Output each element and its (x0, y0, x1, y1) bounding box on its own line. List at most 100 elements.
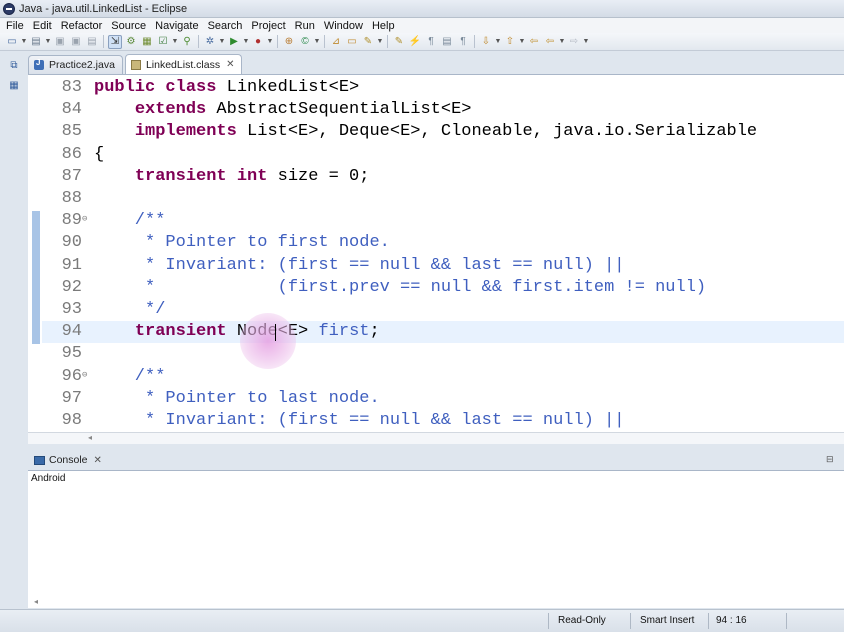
next-annotation-icon[interactable]: ⇩ (479, 35, 493, 49)
run-icon[interactable]: ▶ (227, 35, 241, 49)
editor-tab-bar: Practice2.java LinkedList.class ✕ (28, 54, 844, 74)
editor-horizontal-scrollbar[interactable]: ◂ (28, 432, 844, 444)
print-icon[interactable]: ▤ (85, 35, 99, 49)
toolbar-separator (103, 35, 104, 48)
close-icon[interactable]: ✕ (94, 455, 102, 466)
line-number: 93 (61, 300, 82, 319)
block-selection-icon[interactable]: ▤ (440, 35, 454, 49)
restore-icon[interactable]: ⧉ (7, 60, 21, 72)
code-line[interactable]: 87 transient int size = 0; (42, 166, 844, 188)
back-icon[interactable]: ⇦ (543, 35, 557, 49)
search-dropdown-icon[interactable]: ▼ (377, 35, 384, 49)
save-icon[interactable]: ▣ (53, 35, 67, 49)
link-with-editor-icon[interactable]: ⇲ (108, 34, 122, 49)
external-tools-dropdown-icon[interactable]: ▼ (267, 35, 274, 49)
code-line[interactable]: 88 (42, 188, 844, 210)
code-line[interactable]: 89⊖ /** (42, 210, 844, 232)
code-line[interactable]: 84 extends AbstractSequentialList<E> (42, 99, 844, 121)
last-edit-location-icon[interactable]: ⇦ (527, 35, 541, 49)
scroll-left-arrow-icon[interactable]: ◂ (34, 597, 38, 606)
open-type-icon[interactable]: ⊿ (329, 35, 343, 49)
status-read-only: Read-Only (558, 615, 606, 626)
java-file-icon (34, 58, 44, 70)
show-whitespace-icon[interactable]: ¶ (424, 35, 438, 49)
menu-search[interactable]: Search (208, 20, 243, 32)
new-java-class-icon[interactable]: © (298, 35, 312, 49)
next-annotation-dropdown-icon[interactable]: ▼ (495, 35, 502, 49)
package-explorer-icon[interactable]: ▦ (7, 80, 21, 92)
code-line[interactable]: 83 public class LinkedList<E> (42, 77, 844, 99)
code-token: Node<E> (226, 322, 319, 342)
code-line[interactable]: 90 * Pointer to first node. (42, 232, 844, 254)
code-line[interactable]: 98 * Invariant: (first == null && last =… (42, 410, 844, 432)
code-line[interactable]: 91 * Invariant: (first == null && last =… (42, 255, 844, 277)
main-toolbar: ▭ ▼ ▤ ▼ ▣ ▣ ▤ ⇲ ⚙ ▦ ☑ ▼ ⚲ ✲ ▼ ▶ ▼ ● ▼ ⊕ … (0, 33, 844, 51)
code-line[interactable]: 97 * Pointer to last node. (42, 388, 844, 410)
previous-annotation-icon[interactable]: ⇧ (503, 35, 517, 49)
show-source-icon[interactable]: ¶ (456, 35, 470, 49)
menu-refactor[interactable]: Refactor (61, 20, 103, 32)
debug-dropdown-icon[interactable]: ▼ (219, 35, 226, 49)
code-token: ; (369, 322, 380, 342)
fold-toggle-icon[interactable]: ⊖ (82, 366, 92, 384)
menu-navigate[interactable]: Navigate (155, 20, 198, 32)
line-number: 95 (61, 344, 82, 364)
back-dropdown-icon[interactable]: ▼ (559, 35, 566, 49)
code-line[interactable]: 95 (42, 343, 844, 365)
new-project-icon[interactable]: ▤ (29, 35, 43, 49)
code-line[interactable]: 93 */ (42, 299, 844, 321)
android-sdk-icon[interactable]: ⚲ (180, 35, 194, 49)
toolbar-separator (277, 35, 278, 48)
toggle-breadcrumb-icon[interactable]: ⚡ (408, 35, 422, 49)
line-number: 96 (61, 366, 82, 386)
tab-practice2-java[interactable]: Practice2.java (28, 55, 123, 74)
toggle-mark-occurrences-icon[interactable]: ✎ (392, 35, 406, 49)
close-icon[interactable]: ✕ (226, 59, 234, 70)
code-line[interactable]: 94 transient Node<E> first; (42, 321, 844, 344)
menu-project[interactable]: Project (251, 20, 285, 32)
search-icon[interactable]: ✎ (361, 35, 375, 49)
status-bar: Read-Only Smart Insert 94 : 16 (0, 609, 844, 632)
run-dropdown-icon[interactable]: ▼ (243, 35, 250, 49)
check-dropdown-icon[interactable]: ▼ (172, 35, 179, 49)
keyword-token: public class (94, 78, 227, 97)
forward-dropdown-icon[interactable]: ▼ (583, 35, 590, 49)
menu-window[interactable]: Window (324, 20, 363, 32)
task-icon[interactable]: ▦ (140, 35, 154, 49)
tab-linkedlist-class[interactable]: LinkedList.class ✕ (124, 54, 243, 74)
scroll-left-arrow-icon[interactable]: ◂ (88, 433, 92, 442)
menu-edit[interactable]: Edit (33, 20, 52, 32)
comment-token: * Pointer to first node. (94, 233, 390, 253)
new-class-dropdown-icon[interactable]: ▼ (314, 35, 321, 49)
code-line[interactable]: 92 * (first.prev == null && first.item !… (42, 277, 844, 299)
previous-annotation-dropdown-icon[interactable]: ▼ (519, 35, 526, 49)
menu-file[interactable]: File (6, 20, 24, 32)
save-all-icon[interactable]: ▣ (69, 35, 83, 49)
new-icon[interactable]: ▭ (5, 35, 19, 49)
console-view[interactable]: Android ◂ (28, 470, 844, 608)
fold-toggle-icon[interactable]: ⊖ (82, 210, 92, 228)
line-number: 89 (61, 211, 82, 231)
tab-console[interactable]: Console ✕ (28, 450, 108, 470)
open-task-icon[interactable]: ▭ (345, 35, 359, 49)
menu-run[interactable]: Run (295, 20, 315, 32)
new-dropdown-icon[interactable]: ▼ (21, 35, 28, 49)
code-editor[interactable]: 83 public class LinkedList<E> 84 extends A… (28, 74, 844, 433)
check-icon[interactable]: ☑ (156, 35, 170, 49)
toolbar-separator (324, 35, 325, 48)
external-tools-icon[interactable]: ● (251, 35, 265, 49)
code-line[interactable]: 85 implements List<E>, Deque<E>, Cloneab… (42, 121, 844, 143)
menu-help[interactable]: Help (372, 20, 395, 32)
code-text: implements List<E>, Deque<E>, Cloneable,… (92, 121, 757, 143)
debug-icon[interactable]: ✲ (203, 35, 217, 49)
code-line[interactable]: 86 { (42, 144, 844, 166)
menu-source[interactable]: Source (111, 20, 146, 32)
build-icon[interactable]: ⚙ (124, 35, 138, 49)
new-project-dropdown-icon[interactable]: ▼ (45, 35, 52, 49)
new-java-package-icon[interactable]: ⊕ (282, 35, 296, 49)
forward-icon[interactable]: ⇨ (567, 35, 581, 49)
console-view-menu-icon[interactable]: ⊟ (826, 454, 838, 464)
code-line[interactable]: 96⊖ /** (42, 366, 844, 388)
